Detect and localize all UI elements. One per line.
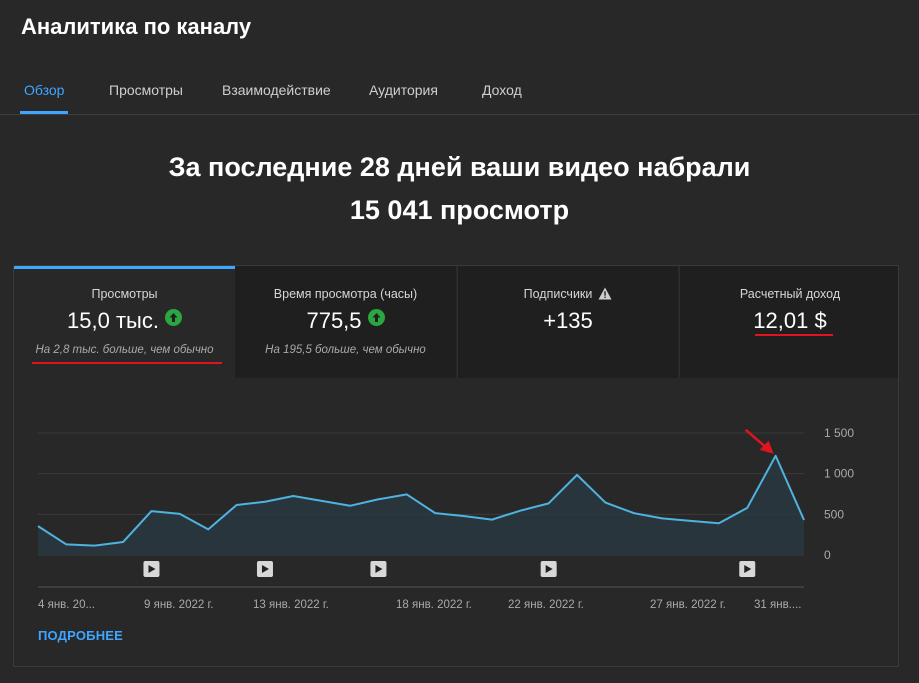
overview-card: Просмотры 15,0 тыс. На 2,8 тыс. больше, … (13, 265, 899, 667)
data-point[interactable] (602, 500, 608, 506)
data-point[interactable] (517, 508, 523, 514)
x-tick-label: 27 янв. 2022 г. (650, 599, 726, 611)
data-point[interactable] (631, 510, 637, 516)
x-tick-label: 4 янв. 20... (38, 599, 95, 611)
data-point[interactable] (489, 517, 495, 523)
tab-overview[interactable]: Обзор (19, 66, 69, 114)
summary-headline: За последние 28 дней ваши видео набрали … (0, 146, 919, 232)
data-point[interactable] (801, 517, 807, 523)
tab-audience[interactable]: Аудитория (369, 66, 438, 114)
data-point[interactable] (404, 491, 410, 497)
data-point[interactable] (461, 513, 467, 519)
data-point[interactable] (319, 498, 325, 504)
data-point[interactable] (432, 510, 438, 516)
views-chart: 1 500 1 000 500 0 4 янв. 20... 9 янв. 2022 г.… (35, 426, 854, 611)
x-tick-label: 13 янв. 2022 г. (253, 599, 329, 611)
data-point[interactable] (574, 472, 580, 478)
data-point[interactable] (120, 539, 126, 545)
more-details-link[interactable]: ПОДРОБНЕЕ (38, 628, 123, 643)
data-point[interactable] (546, 500, 552, 506)
data-point[interactable] (375, 496, 381, 502)
tab-revenue[interactable]: Доход (482, 66, 522, 114)
y-tick-label: 1 000 (824, 467, 854, 481)
data-point[interactable] (148, 508, 154, 514)
data-point[interactable] (262, 499, 268, 505)
data-point[interactable] (205, 526, 211, 532)
data-point[interactable] (63, 541, 69, 547)
data-point[interactable] (347, 503, 353, 509)
y-tick-label: 500 (824, 507, 844, 521)
x-tick-label: 18 янв. 2022 г. (396, 599, 472, 611)
series-area (38, 455, 804, 555)
data-point[interactable] (688, 518, 694, 524)
y-tick-label: 1 500 (824, 426, 854, 440)
analytics-page: Аналитика по каналу Обзор Просмотры Взаи… (0, 0, 919, 683)
tab-bar: Обзор Просмотры Взаимодействие Аудитория… (0, 66, 919, 115)
page-title: Аналитика по каналу (21, 14, 252, 39)
x-tick-label: 31 янв.... (754, 599, 801, 611)
data-point[interactable] (659, 515, 665, 521)
data-point[interactable] (716, 520, 722, 526)
data-point[interactable] (92, 543, 98, 549)
data-point[interactable] (35, 523, 41, 529)
headline-line2: 15 041 просмотр (349, 195, 570, 225)
data-point[interactable] (290, 493, 296, 499)
x-tick-label: 9 янв. 2022 г. (144, 599, 213, 611)
data-point[interactable] (234, 502, 240, 508)
data-point[interactable] (744, 505, 750, 511)
data-point[interactable] (177, 511, 183, 517)
tab-engagement[interactable]: Взаимодействие (222, 66, 331, 114)
x-tick-label: 22 янв. 2022 г. (508, 599, 584, 611)
y-tick-label: 0 (824, 548, 831, 562)
tab-views[interactable]: Просмотры (109, 66, 183, 114)
headline-line1: За последние 28 дней ваши видео набрали (168, 152, 751, 182)
